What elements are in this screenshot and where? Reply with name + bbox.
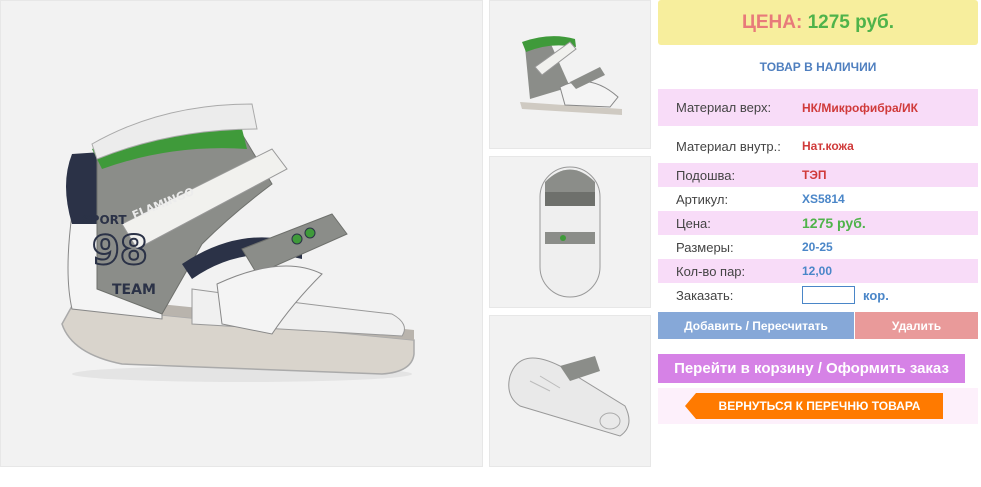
stock-status: ТОВАР В НАЛИЧИИ <box>759 60 877 74</box>
delete-button[interactable]: Удалить <box>855 312 978 339</box>
price-banner: ЦЕНА: 1275 руб. <box>658 0 978 45</box>
spec-value: 12,00 <box>802 264 833 278</box>
spec-key: Цена: <box>676 215 711 231</box>
sandal-side-illustration: FLAMINGO SPORT 98 TEAM <box>60 102 415 382</box>
spec-row-pairs: Кол-во пар: 12,00 <box>658 259 978 283</box>
back-button-container: ВЕРНУТЬСЯ К ПЕРЕЧНЮ ТОВАРА <box>658 388 978 424</box>
spec-row-article: Артикул: XS5814 <box>658 187 978 211</box>
spec-key: Артикул: <box>676 191 729 207</box>
price-value: 1275 руб. <box>807 12 895 33</box>
spec-row-sole: Подошва: ТЭП <box>658 163 978 187</box>
spec-key: Материал верх: <box>676 100 772 115</box>
spec-key: Подошва: <box>676 167 736 183</box>
spec-value: 20-25 <box>802 240 833 254</box>
order-quantity-input[interactable] <box>802 286 855 304</box>
team-print: TEAM <box>112 282 156 298</box>
thumbnail-side[interactable] <box>489 0 651 149</box>
spec-value: XS5814 <box>802 192 845 206</box>
sandal-thumb-sole-icon <box>508 356 630 437</box>
sandal-thumb-top-icon <box>539 166 601 298</box>
spec-value: НК/Микрофибра/ИК <box>802 100 918 115</box>
spec-value: 1275 руб. <box>802 215 866 231</box>
go-to-cart-button[interactable]: Перейти в корзину / Оформить заказ <box>658 354 965 383</box>
order-label: Заказать: <box>676 287 734 303</box>
sport-print: SPORT <box>82 213 127 227</box>
spec-row-inner-material: Материал внутр.: Нат.кожа <box>658 134 978 158</box>
order-row: Заказать: кор. <box>658 283 978 307</box>
back-to-list-button[interactable]: ВЕРНУТЬСЯ К ПЕРЕЧНЮ ТОВАРА <box>685 393 943 419</box>
order-unit: кор. <box>863 287 889 303</box>
add-recalculate-button[interactable]: Добавить / Пересчитать <box>658 312 854 339</box>
spec-row-sizes: Размеры: 20-25 <box>658 235 978 259</box>
spec-value: Нат.кожа <box>802 139 854 153</box>
spec-key: Кол-во пар: <box>676 263 746 279</box>
main-product-image[interactable]: FLAMINGO SPORT 98 TEAM <box>0 0 483 467</box>
spec-key: Размеры: <box>676 239 734 255</box>
spec-key: Материал внутр.: <box>676 138 781 154</box>
spec-row-upper-material: Материал верх: НК/Микрофибра/ИК <box>658 89 978 126</box>
sandal-thumb-side-icon <box>520 36 622 115</box>
number-print: 98 <box>92 228 148 274</box>
thumbnail-sole[interactable] <box>489 315 651 467</box>
price-label: ЦЕНА: <box>741 12 803 33</box>
thumbnail-top[interactable] <box>489 156 651 308</box>
spec-value: ТЭП <box>802 168 827 182</box>
spec-row-price: Цена: 1275 руб. <box>658 211 978 235</box>
